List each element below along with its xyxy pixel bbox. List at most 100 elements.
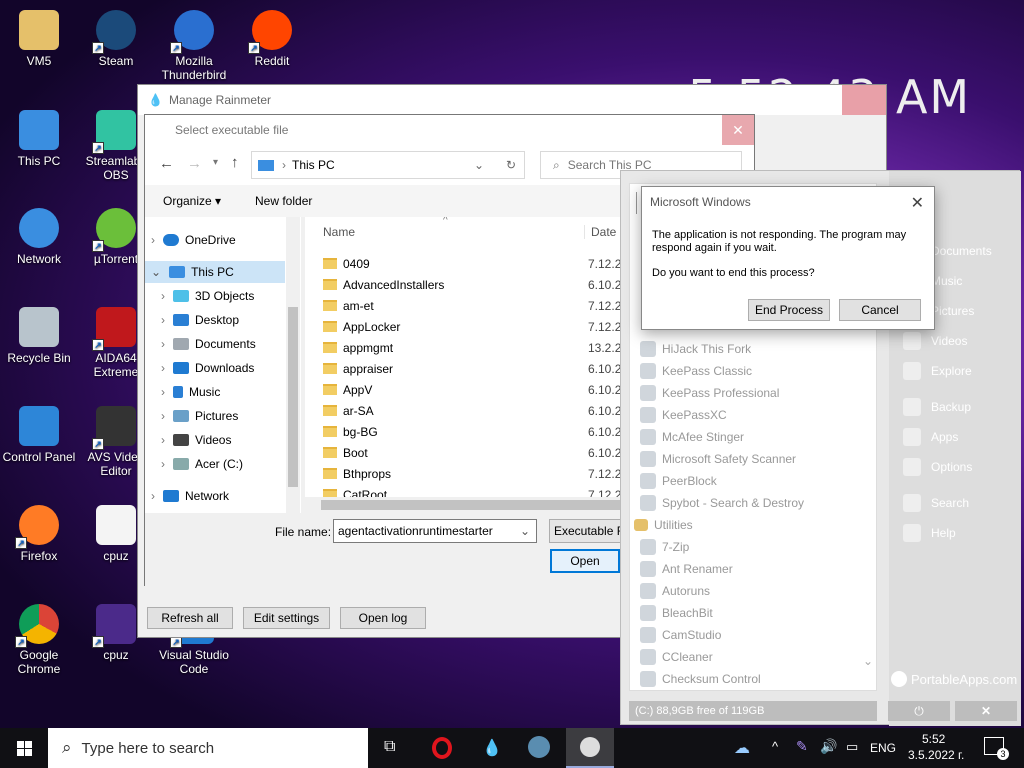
- open-button[interactable]: Open: [550, 549, 620, 573]
- app-item[interactable]: Ant Renamer: [640, 558, 733, 580]
- collapse-arrow-icon[interactable]: ⌄: [151, 265, 161, 279]
- app-item[interactable]: Microsoft Safety Scanner: [640, 448, 796, 470]
- notification-center-button[interactable]: 3: [984, 737, 1009, 760]
- forward-arrow-icon[interactable]: →: [187, 155, 202, 172]
- portableapps-brand[interactable]: PortableApps.com: [891, 671, 1017, 687]
- side-item-search[interactable]: Search: [903, 491, 969, 515]
- expand-arrow-icon[interactable]: ›: [161, 337, 165, 351]
- back-arrow-icon[interactable]: ←: [159, 155, 174, 172]
- app-item[interactable]: KeePass Classic: [640, 360, 752, 382]
- category-utilities[interactable]: Utilities: [634, 514, 693, 536]
- organize-button[interactable]: Organize ▾: [163, 194, 221, 208]
- app-item[interactable]: KeePassXC: [640, 404, 727, 426]
- weather-icon[interactable]: ☁: [734, 738, 750, 758]
- network-status-icon[interactable]: ▭: [846, 739, 858, 755]
- tree-item-videos[interactable]: › Videos: [161, 429, 231, 451]
- address-bar[interactable]: › This PC ⌄ ↻: [251, 151, 525, 179]
- rainmeter-icon[interactable]: 💧: [482, 738, 502, 758]
- expand-arrow-icon[interactable]: ›: [161, 457, 165, 471]
- chevron-down-icon[interactable]: ⌄: [520, 524, 530, 538]
- desktop-icon-this-pc[interactable]: This PC: [0, 110, 78, 168]
- desktop-icon-network[interactable]: Network: [0, 208, 78, 266]
- new-folder-button[interactable]: New folder: [255, 194, 312, 208]
- app-item[interactable]: Autoruns: [640, 580, 710, 602]
- tree-item-downloads[interactable]: › Downloads: [161, 357, 254, 379]
- tree-item-acer-c[interactable]: › Acer (C:): [161, 453, 243, 475]
- navigation-scrollbar[interactable]: [286, 217, 300, 513]
- expand-arrow-icon[interactable]: ›: [161, 289, 165, 303]
- start-button[interactable]: [0, 728, 48, 768]
- app-item[interactable]: CCleaner: [640, 646, 713, 668]
- side-item-options[interactable]: Options: [903, 455, 972, 479]
- not-responding-titlebar[interactable]: Microsoft Windows ✕: [642, 187, 934, 217]
- address-dropdown-icon[interactable]: ⌄: [474, 158, 484, 172]
- opera-icon[interactable]: [432, 737, 452, 759]
- portableapps-search-input[interactable]: [636, 192, 640, 214]
- taskbar-search[interactable]: ⌕ Type here to search: [48, 728, 368, 768]
- expand-arrow-icon[interactable]: ›: [161, 385, 165, 399]
- up-arrow-icon[interactable]: ↑: [231, 154, 239, 171]
- app-item[interactable]: PeerBlock: [640, 470, 717, 492]
- app-item[interactable]: McAfee Stinger: [640, 426, 744, 448]
- scrollbar-thumb[interactable]: [321, 500, 621, 510]
- expand-arrow-icon[interactable]: ›: [161, 433, 165, 447]
- scrollbar-thumb[interactable]: [288, 307, 298, 487]
- side-item-videos[interactable]: Videos: [903, 329, 967, 353]
- chevron-down-icon[interactable]: ▾: [213, 157, 218, 168]
- cancel-button[interactable]: Cancel: [839, 299, 921, 321]
- desktop-icon-steam[interactable]: ↗ Steam: [77, 10, 155, 68]
- file-dialog-titlebar[interactable]: Select executable file ✕: [145, 115, 754, 145]
- expand-arrow-icon[interactable]: ›: [161, 361, 165, 375]
- app-item[interactable]: KeePass Professional: [640, 382, 779, 404]
- expand-arrow-icon[interactable]: ›: [161, 313, 165, 327]
- power-button[interactable]: ⏻: [888, 701, 950, 721]
- desktop-icon-control-panel[interactable]: Control Panel: [0, 406, 78, 464]
- tree-item-this-pc[interactable]: ⌄ This PC: [145, 261, 285, 283]
- app-item[interactable]: 7-Zip: [640, 536, 689, 558]
- language-indicator[interactable]: ENG: [870, 741, 896, 755]
- side-item-backup[interactable]: Backup: [903, 395, 971, 419]
- desktop-icon-reddit[interactable]: ↗ Reddit: [233, 10, 311, 68]
- close-menu-button[interactable]: ✕: [955, 701, 1017, 721]
- refresh-icon[interactable]: ↻: [506, 158, 516, 172]
- tree-item-3d-objects[interactable]: › 3D Objects: [161, 285, 254, 307]
- side-item-help[interactable]: Help: [903, 521, 956, 545]
- app-item[interactable]: BleachBit: [640, 602, 713, 624]
- desktop-icon-recycle-bin[interactable]: Recycle Bin: [0, 307, 78, 365]
- file-name-input[interactable]: agentactivationruntimestarter ⌄: [333, 519, 537, 543]
- open-log-button[interactable]: Open log: [340, 607, 426, 629]
- tree-item-onedrive[interactable]: › OneDrive: [151, 229, 236, 251]
- refresh-all-button[interactable]: Refresh all: [147, 607, 233, 629]
- desktop-icon-thunderbird[interactable]: ↗ Mozilla Thunderbird: [155, 10, 233, 82]
- tree-item-documents[interactable]: › Documents: [161, 333, 256, 355]
- side-item-apps[interactable]: Apps: [903, 425, 958, 449]
- portableapps-taskbar-button[interactable]: [566, 728, 614, 768]
- expand-arrow-icon[interactable]: ›: [151, 233, 155, 247]
- feather-icon[interactable]: ✎: [796, 738, 808, 755]
- expand-arrow-icon[interactable]: ›: [151, 489, 155, 503]
- tree-item-music[interactable]: › Music: [161, 381, 220, 403]
- expand-arrow-icon[interactable]: ›: [161, 409, 165, 423]
- file-dialog-close-button[interactable]: ✕: [722, 115, 754, 145]
- desktop-icon-chrome[interactable]: ↗ Google Chrome: [0, 604, 78, 676]
- tree-item-desktop[interactable]: › Desktop: [161, 309, 239, 331]
- taskbar-time[interactable]: 5:52: [922, 732, 945, 746]
- rainmeter-close-button[interactable]: [842, 85, 886, 115]
- rainmeter-titlebar[interactable]: 💧 Manage Rainmeter: [138, 85, 886, 115]
- app-item[interactable]: CamStudio: [640, 624, 721, 646]
- app-item[interactable]: Checksum Control: [640, 668, 761, 690]
- app-item[interactable]: Spybot - Search & Destroy: [640, 492, 804, 514]
- end-process-button[interactable]: End Process: [748, 299, 830, 321]
- close-icon[interactable]: ✕: [911, 193, 924, 213]
- tree-item-pictures[interactable]: › Pictures: [161, 405, 238, 427]
- tree-item-network[interactable]: › Network: [151, 485, 229, 507]
- app-item[interactable]: HiJack This Fork: [640, 338, 751, 360]
- side-item-explore[interactable]: Explore: [903, 359, 972, 383]
- file-type-select[interactable]: Executable F: [549, 519, 629, 543]
- desktop-icon-firefox[interactable]: ↗ Firefox: [0, 505, 78, 563]
- column-name[interactable]: Name: [323, 225, 355, 239]
- chevron-up-icon[interactable]: ^: [772, 739, 778, 754]
- volume-icon[interactable]: 🔊: [820, 738, 837, 755]
- desktop-icon-vm5[interactable]: VM5: [0, 10, 78, 68]
- list-scrollbar[interactable]: ⌄: [860, 654, 876, 690]
